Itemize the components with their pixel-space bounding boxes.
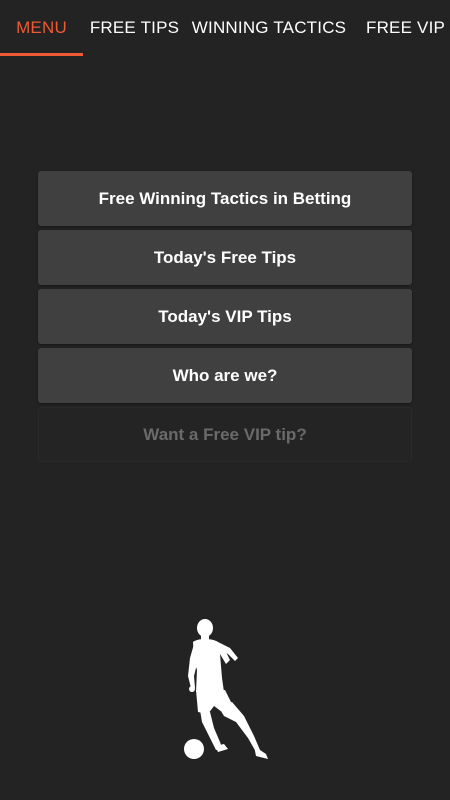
tab-winning-tactics[interactable]: WINNING TACTICS <box>186 0 352 56</box>
soccer-player-icon <box>178 618 274 764</box>
free-winning-tactics-button[interactable]: Free Winning Tactics in Betting <box>38 171 412 226</box>
todays-vip-tips-button[interactable]: Today's VIP Tips <box>38 289 412 344</box>
active-tab-indicator <box>0 53 83 56</box>
tab-menu[interactable]: MENU <box>0 0 83 56</box>
main-menu: Free Winning Tactics in Betting Today's … <box>38 171 412 466</box>
todays-free-tips-button[interactable]: Today's Free Tips <box>38 230 412 285</box>
tab-free-vip[interactable]: FREE VIP GI <box>352 0 450 56</box>
who-are-we-button[interactable]: Who are we? <box>38 348 412 403</box>
tab-bar: MENU FREE TIPS WINNING TACTICS FREE VIP … <box>0 0 450 56</box>
want-free-vip-tip-button: Want a Free VIP tip? <box>38 407 412 462</box>
tab-free-tips[interactable]: FREE TIPS <box>83 0 186 56</box>
app-screen: MENU FREE TIPS WINNING TACTICS FREE VIP … <box>0 0 450 800</box>
